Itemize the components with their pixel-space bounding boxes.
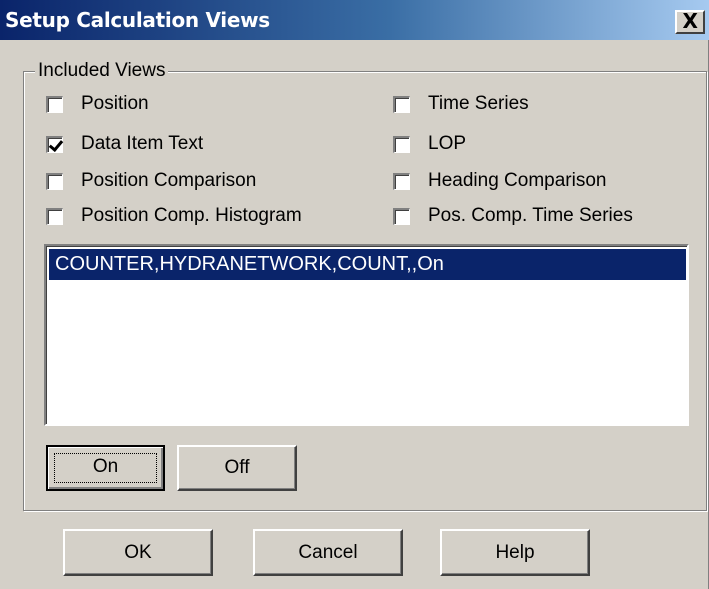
included-views-legend: Included Views bbox=[35, 60, 169, 82]
close-icon: X bbox=[682, 9, 698, 33]
checkbox-label-pos-comp-time-series: Pos. Comp. Time Series bbox=[428, 205, 633, 226]
checkbox-box-pos-comp-time-series[interactable] bbox=[393, 207, 410, 225]
help-button-label: Help bbox=[495, 542, 535, 563]
checkbox-position[interactable]: Position bbox=[46, 92, 149, 116]
window-title: Setup Calculation Views bbox=[5, 8, 270, 32]
cancel-button-label: Cancel bbox=[298, 542, 358, 563]
checkbox-label-position-comparison: Position Comparison bbox=[81, 170, 257, 191]
checkbox-position-comparison[interactable]: Position Comparison bbox=[46, 169, 256, 193]
checkbox-box-data-item-text[interactable] bbox=[46, 135, 63, 153]
off-button[interactable]: Off bbox=[177, 445, 297, 491]
on-button-label: On bbox=[92, 456, 119, 477]
title-bar[interactable]: Setup Calculation Views X bbox=[0, 0, 709, 40]
checkbox-box-position[interactable] bbox=[46, 95, 63, 113]
checkbox-lop[interactable]: LOP bbox=[393, 132, 466, 156]
checkbox-box-time-series[interactable] bbox=[393, 95, 410, 113]
ok-button-label: OK bbox=[124, 542, 152, 563]
checkbox-label-position-comp-histogram: Position Comp. Histogram bbox=[81, 205, 302, 226]
list-item[interactable]: COUNTER,HYDRANETWORK,COUNT,,On bbox=[49, 249, 686, 280]
checkbox-box-position-comp-histogram[interactable] bbox=[46, 207, 63, 225]
checkbox-box-heading-comparison[interactable] bbox=[393, 172, 410, 190]
checkbox-data-item-text[interactable]: Data Item Text bbox=[46, 132, 203, 156]
on-button[interactable]: On bbox=[46, 445, 165, 491]
checkbox-label-heading-comparison: Heading Comparison bbox=[428, 170, 607, 191]
checkbox-time-series[interactable]: Time Series bbox=[393, 92, 529, 116]
checkbox-label-lop: LOP bbox=[428, 133, 467, 154]
checkbox-label-data-item-text: Data Item Text bbox=[81, 133, 204, 154]
ok-button[interactable]: OK bbox=[63, 529, 213, 576]
data-items-listbox[interactable]: COUNTER,HYDRANETWORK,COUNT,,On bbox=[44, 244, 689, 426]
checkbox-position-comp-histogram[interactable]: Position Comp. Histogram bbox=[46, 204, 302, 228]
checkbox-box-position-comparison[interactable] bbox=[46, 172, 63, 190]
close-button[interactable]: X bbox=[675, 10, 705, 34]
off-button-label: Off bbox=[224, 457, 250, 478]
help-button[interactable]: Help bbox=[440, 529, 590, 576]
checkbox-label-time-series: Time Series bbox=[428, 93, 529, 114]
cancel-button[interactable]: Cancel bbox=[253, 529, 403, 576]
checkbox-heading-comparison[interactable]: Heading Comparison bbox=[393, 169, 607, 193]
checkbox-box-lop[interactable] bbox=[393, 135, 410, 153]
checkbox-label-position: Position bbox=[81, 93, 149, 114]
checkbox-pos-comp-time-series[interactable]: Pos. Comp. Time Series bbox=[393, 204, 633, 228]
setup-calculation-views-dialog: Setup Calculation Views X Included Views… bbox=[0, 0, 709, 589]
